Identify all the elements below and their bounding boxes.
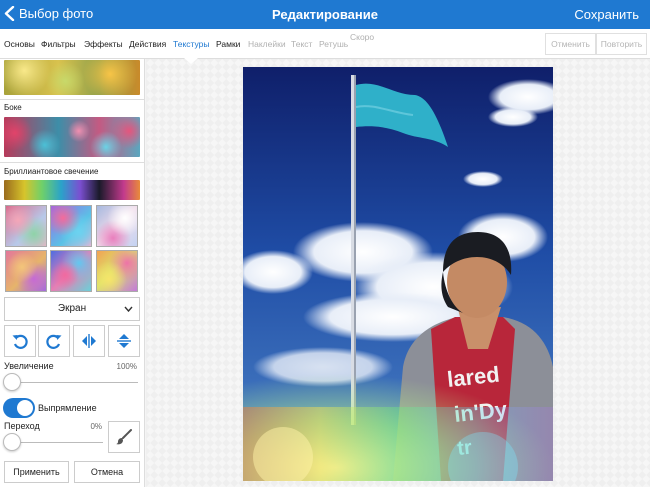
- brush-button[interactable]: [108, 421, 140, 453]
- straighten-label: Выпрямление: [38, 403, 97, 413]
- rotate-left-button[interactable]: [4, 325, 36, 357]
- transition-value: 0%: [90, 422, 102, 431]
- rotate-right-button[interactable]: [38, 325, 70, 357]
- tabs-bar: Основы Фильтры Эффекты Действия Текстуры…: [0, 29, 650, 59]
- transition-label: Переход: [4, 421, 40, 431]
- transition-slider-knob[interactable]: [3, 433, 21, 451]
- tab-frames[interactable]: Рамки: [216, 39, 240, 49]
- tab-basics[interactable]: Основы: [4, 39, 35, 49]
- divider: [0, 162, 144, 163]
- back-label: Выбор фото: [19, 6, 94, 21]
- chevron-left-icon: [4, 6, 15, 21]
- section-label-diamond-glow: Бриллиантовое свечение: [4, 167, 99, 176]
- zoom-slider-track[interactable]: [8, 382, 138, 383]
- texture-strip-bokeh[interactable]: [4, 117, 140, 157]
- straighten-toggle[interactable]: [3, 398, 35, 418]
- flip-horizontal-button[interactable]: [73, 325, 105, 357]
- textures-panel: Боке Бриллиантовое свечение Экран Увелич…: [0, 59, 145, 487]
- tab-text: Текст: [291, 39, 313, 49]
- flip-vertical-icon: [117, 334, 131, 348]
- tab-filters[interactable]: Фильтры: [41, 39, 76, 49]
- active-tab-pointer: [184, 58, 198, 64]
- editor-canvas: lared in'Dy tr: [146, 59, 650, 487]
- texture-thumb-6[interactable]: [96, 250, 138, 292]
- texture-thumb-5[interactable]: [50, 250, 92, 292]
- chevron-down-icon: [124, 306, 133, 312]
- tab-textures[interactable]: Текстуры: [173, 39, 210, 49]
- undo-button[interactable]: Отменить: [545, 33, 596, 55]
- cancel-button[interactable]: Отмена: [74, 461, 140, 483]
- tab-retouch: Ретушь: [319, 39, 349, 49]
- back-button[interactable]: Выбор фото: [4, 6, 93, 21]
- photo-preview[interactable]: lared in'Dy tr: [243, 67, 553, 481]
- texture-thumb-1[interactable]: [5, 205, 47, 247]
- redo-button[interactable]: Повторить: [596, 33, 647, 55]
- flip-horizontal-icon: [82, 334, 96, 348]
- texture-thumb-4[interactable]: [5, 250, 47, 292]
- flip-vertical-button[interactable]: [108, 325, 140, 357]
- top-bar: Выбор фото Редактирование Сохранить: [0, 0, 650, 29]
- texture-strip-previous[interactable]: [4, 60, 140, 95]
- blend-mode-select[interactable]: Экран: [4, 297, 140, 321]
- page-title: Редактирование: [272, 7, 378, 22]
- divider: [0, 99, 144, 100]
- brush-icon: [116, 429, 132, 445]
- transition-slider-track[interactable]: [8, 442, 103, 443]
- apply-button[interactable]: Применить: [4, 461, 69, 483]
- texture-thumb-3[interactable]: [96, 205, 138, 247]
- zoom-label: Увеличение: [4, 361, 54, 371]
- photo-image: lared in'Dy tr: [243, 67, 553, 481]
- rotate-left-icon: [12, 334, 28, 349]
- blend-mode-value: Экран: [57, 303, 87, 314]
- tab-stickers: Наклейки: [248, 39, 286, 49]
- tab-effects[interactable]: Эффекты: [84, 39, 123, 49]
- coming-soon-label: Скоро: [350, 32, 375, 42]
- tab-actions[interactable]: Действия: [129, 39, 166, 49]
- rotate-right-icon: [46, 334, 62, 349]
- texture-thumb-2[interactable]: [50, 205, 92, 247]
- toggle-knob: [17, 400, 33, 416]
- save-button[interactable]: Сохранить: [574, 7, 639, 22]
- zoom-value: 100%: [116, 362, 137, 371]
- texture-strip-diamond-glow[interactable]: [4, 180, 140, 200]
- section-label-bokeh: Боке: [4, 103, 22, 112]
- zoom-slider-knob[interactable]: [3, 373, 21, 391]
